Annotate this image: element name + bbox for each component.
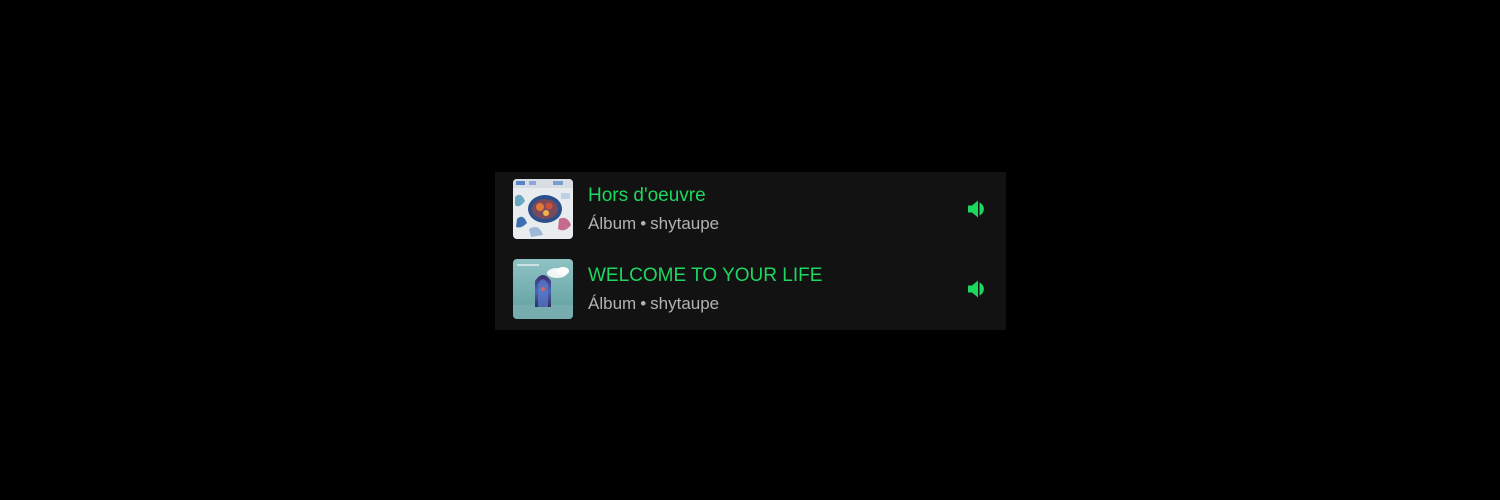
album-cover-image[interactable] <box>513 259 573 319</box>
album-list: Hors d'oeuvre Álbum • shytaupe WELCOME T… <box>495 172 1006 330</box>
album-title[interactable]: WELCOME TO YOUR LIFE <box>588 265 822 287</box>
list-item[interactable]: WELCOME TO YOUR LIFE Álbum • shytaupe <box>495 252 1006 332</box>
album-subtitle: Álbum • shytaupe <box>588 214 719 234</box>
speaker-playing-icon <box>967 279 989 299</box>
item-type-label: Álbum <box>588 214 637 233</box>
album-title[interactable]: Hors d'oeuvre <box>588 185 706 207</box>
album-cover-image[interactable] <box>513 179 573 239</box>
album-subtitle: Álbum • shytaupe <box>588 294 719 314</box>
separator-dot: • <box>640 294 647 313</box>
list-item[interactable]: Hors d'oeuvre Álbum • shytaupe <box>495 172 1006 252</box>
speaker-playing-icon <box>967 199 989 219</box>
artist-link[interactable]: shytaupe <box>650 214 719 233</box>
separator-dot: • <box>640 214 647 233</box>
artist-link[interactable]: shytaupe <box>650 294 719 313</box>
item-type-label: Álbum <box>588 294 637 313</box>
